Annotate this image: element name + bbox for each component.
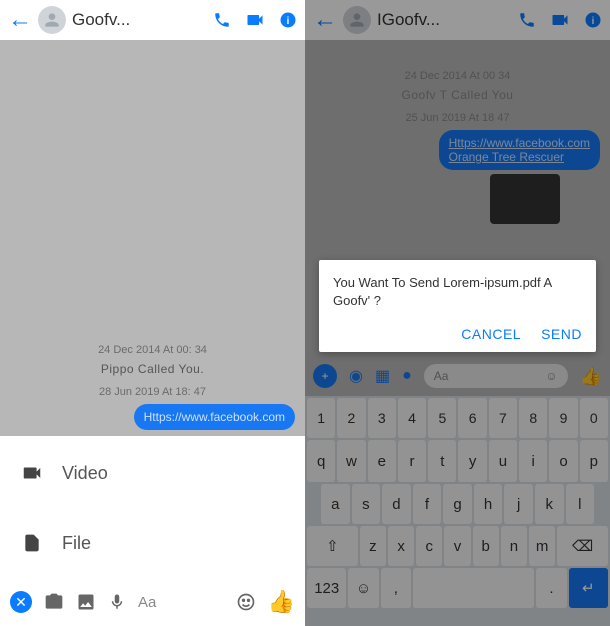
mic-icon[interactable] [108, 592, 126, 612]
attach-file-option[interactable]: File [0, 508, 305, 578]
timestamp: 24 Dec 2014 At 00: 34 [0, 344, 305, 356]
phone-icon[interactable] [213, 10, 231, 30]
video-call-icon[interactable] [245, 10, 265, 30]
thumbs-up-icon[interactable]: 👍 [268, 589, 295, 615]
svg-text:i: i [287, 16, 290, 27]
gallery-icon[interactable] [76, 592, 96, 612]
attach-video-option[interactable]: Video [0, 438, 305, 508]
system-call-message: Pippo Called You. [0, 362, 305, 376]
composer-bar: ✕ Aa 👍 [0, 578, 305, 626]
info-icon[interactable]: i [279, 10, 297, 30]
right-screenshot: ← IGoofv... i 24 Dec 2014 At 00 34 Goofv… [305, 0, 610, 626]
attachment-panel: Video File [0, 438, 305, 578]
camera-icon[interactable] [44, 592, 64, 612]
back-icon[interactable]: ← [8, 6, 32, 34]
video-icon [20, 462, 44, 484]
avatar[interactable] [38, 6, 66, 34]
dialog-message: You Want To Send Lorem-ipsum.pdf A Goofv… [333, 274, 582, 310]
chat-header: ← Goofv... i [0, 0, 305, 40]
attach-video-label: Video [62, 463, 108, 484]
file-icon [20, 532, 44, 554]
send-button[interactable]: SEND [541, 326, 582, 342]
timestamp: 28 Jun 2019 At 18: 47 [0, 386, 305, 398]
text-input-placeholder[interactable]: Aa [138, 594, 156, 611]
contact-name[interactable]: Goofv... [72, 10, 213, 30]
person-icon [42, 10, 62, 30]
attach-file-label: File [62, 533, 91, 554]
message-bubble-link[interactable]: Https://www.facebook.com [134, 404, 295, 430]
emoji-icon[interactable] [236, 592, 256, 612]
cancel-button[interactable]: CANCEL [461, 326, 521, 342]
left-screenshot: ← Goofv... i 24 Dec 2014 At 00: 34 Pippo… [0, 0, 305, 626]
send-file-dialog: You Want To Send Lorem-ipsum.pdf A Goofv… [319, 260, 596, 352]
close-attach-icon[interactable]: ✕ [10, 591, 32, 613]
